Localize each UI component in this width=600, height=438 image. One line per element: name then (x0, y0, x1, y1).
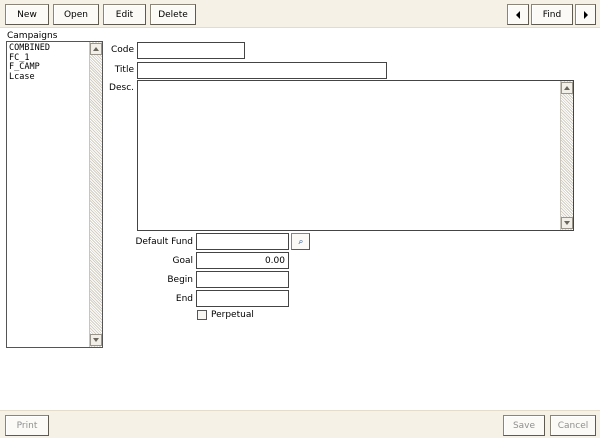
perpetual-label: Perpetual (211, 310, 254, 320)
previous-record-button[interactable] (507, 4, 529, 25)
bottom-toolbar: Print Save Cancel (0, 410, 600, 438)
triangle-left-icon (516, 10, 520, 19)
default-fund-field[interactable] (196, 233, 289, 250)
new-button[interactable]: New (5, 4, 49, 25)
description-field[interactable] (137, 80, 574, 231)
scroll-up-button[interactable] (561, 82, 573, 94)
open-button[interactable]: Open (53, 4, 99, 25)
scroll-up-button[interactable] (90, 43, 102, 55)
title-label: Title (114, 65, 134, 75)
begin-date-field[interactable] (196, 271, 289, 288)
goal-label: Goal (172, 256, 194, 266)
top-toolbar: New Open Edit Delete Find (0, 0, 600, 28)
delete-button[interactable]: Delete (150, 4, 196, 25)
end-label: End (175, 294, 193, 304)
chevron-down-icon (93, 338, 99, 342)
campaigns-scrollbar[interactable] (89, 42, 102, 347)
goal-field[interactable] (196, 252, 289, 269)
default-fund-label: Default Fund (135, 237, 193, 247)
default-fund-lookup-button[interactable] (291, 233, 310, 250)
list-item[interactable]: Lcase (9, 72, 50, 83)
description-scrollbar[interactable] (560, 81, 573, 230)
print-button[interactable]: Print (5, 415, 49, 436)
chevron-up-icon (93, 47, 99, 51)
triangle-right-icon (583, 10, 588, 19)
scroll-down-button[interactable] (561, 217, 573, 229)
title-field[interactable] (137, 62, 387, 79)
code-label: Code (110, 45, 134, 55)
perpetual-checkbox[interactable] (197, 310, 207, 320)
chevron-down-icon (564, 221, 570, 225)
next-record-button[interactable] (575, 4, 596, 25)
campaigns-listbox[interactable]: COMBINED FC_1 F_CAMP Lcase (6, 41, 103, 348)
chevron-up-icon (564, 86, 570, 90)
campaigns-list: COMBINED FC_1 F_CAMP Lcase (9, 43, 50, 83)
begin-label: Begin (167, 275, 193, 285)
find-button[interactable]: Find (531, 4, 573, 25)
edit-button[interactable]: Edit (103, 4, 146, 25)
description-label: Desc. (109, 83, 134, 93)
magnifier-icon (298, 239, 303, 244)
save-button[interactable]: Save (503, 415, 545, 436)
scroll-down-button[interactable] (90, 334, 102, 346)
code-field[interactable] (137, 42, 245, 59)
end-date-field[interactable] (196, 290, 289, 307)
campaigns-label: Campaigns (7, 31, 58, 41)
cancel-button[interactable]: Cancel (550, 415, 596, 436)
